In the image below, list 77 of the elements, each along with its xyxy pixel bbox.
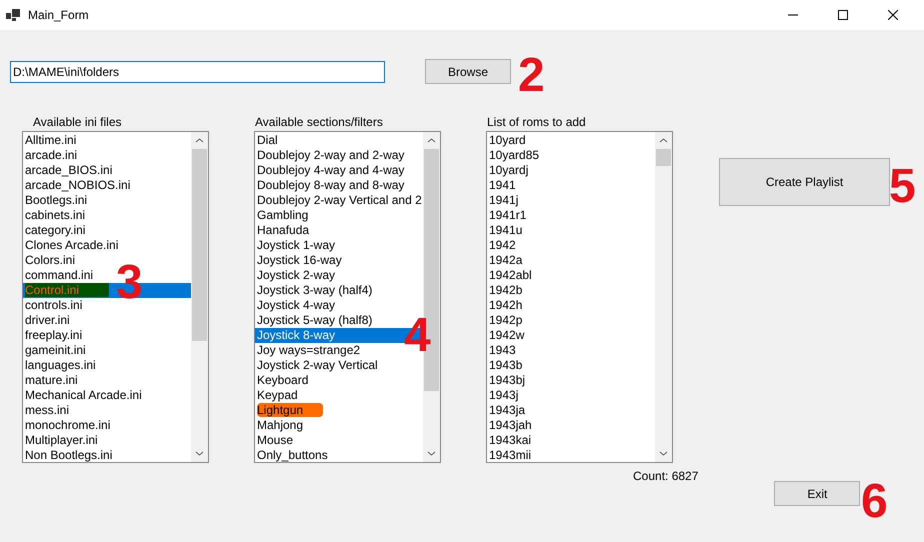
list-item[interactable]: 1941: [487, 178, 655, 193]
list-item[interactable]: 1942b: [487, 283, 655, 298]
list-item[interactable]: Multiplayer.ini: [23, 433, 191, 448]
list-item[interactable]: Doublejoy 2-way and 2-way: [255, 148, 423, 163]
list-item[interactable]: 1943bj: [487, 373, 655, 388]
list-item[interactable]: mess.ini: [23, 403, 191, 418]
list-item[interactable]: Lightgun: [255, 403, 423, 418]
list-item[interactable]: 1942abl: [487, 268, 655, 283]
annotation-number: 5: [889, 163, 916, 211]
list-item[interactable]: Mouse: [255, 433, 423, 448]
list-item[interactable]: Mahjong: [255, 418, 423, 433]
scrollbar[interactable]: [655, 132, 672, 462]
list-item[interactable]: gameinit.ini: [23, 343, 191, 358]
list-item[interactable]: Joystick 4-way: [255, 298, 423, 313]
list-item[interactable]: cabinets.ini: [23, 208, 191, 223]
maximize-icon[interactable]: [838, 10, 848, 20]
scrollbar[interactable]: [191, 132, 208, 462]
list-item[interactable]: 1943kai: [487, 433, 655, 448]
list-item[interactable]: 1942p: [487, 313, 655, 328]
app-icon: [6, 9, 20, 21]
list-item[interactable]: Joystick 2-way: [255, 268, 423, 283]
list-label: List of roms to add: [486, 114, 587, 131]
list-item[interactable]: Dial: [255, 133, 423, 148]
list-item[interactable]: Clones Arcade.ini: [23, 238, 191, 253]
list-item[interactable]: Only_buttons: [255, 448, 423, 462]
list-item[interactable]: 10yardj: [487, 163, 655, 178]
list-item[interactable]: monochrome.ini: [23, 418, 191, 433]
list-item[interactable]: 1941r1: [487, 208, 655, 223]
list-item[interactable]: category.ini: [23, 223, 191, 238]
list-item[interactable]: 10yard85: [487, 148, 655, 163]
list-item[interactable]: Doublejoy 8-way and 8-way: [255, 178, 423, 193]
list-item[interactable]: 1941j: [487, 193, 655, 208]
list-item[interactable]: 1942a: [487, 253, 655, 268]
list-item[interactable]: Alltime.ini: [23, 133, 191, 148]
list-item[interactable]: 1943j: [487, 388, 655, 403]
list-item[interactable]: freeplay.ini: [23, 328, 191, 343]
annotation-number: 6: [861, 478, 888, 526]
list-item[interactable]: arcade_BIOS.ini: [23, 163, 191, 178]
list-item[interactable]: arcade.ini: [23, 148, 191, 163]
list-label: Available sections/filters: [254, 114, 384, 131]
list-item[interactable]: Bootlegs.ini: [23, 193, 191, 208]
path-field[interactable]: D:\MAME\ini\folders: [10, 60, 385, 82]
browse-button[interactable]: Browse: [425, 59, 511, 84]
list-item[interactable]: 1942h: [487, 298, 655, 313]
create-playlist-button[interactable]: Create Playlist: [719, 158, 890, 206]
list-item[interactable]: 10yard: [487, 133, 655, 148]
list-item[interactable]: 1943ja: [487, 403, 655, 418]
list-item[interactable]: Doublejoy 4-way and 4-way: [255, 163, 423, 178]
list-item[interactable]: 1942: [487, 238, 655, 253]
list-item[interactable]: mature.ini: [23, 373, 191, 388]
list-item[interactable]: Joystick 3-way (half4): [255, 283, 423, 298]
window-title: Main_Form: [28, 7, 89, 24]
list-item[interactable]: 1942w: [487, 328, 655, 343]
list-item[interactable]: driver.ini: [23, 313, 191, 328]
list-item[interactable]: Non Bootlegs.ini: [23, 448, 191, 462]
list-item[interactable]: Joystick 2-way Vertical: [255, 358, 423, 373]
list-item[interactable]: 1943b: [487, 358, 655, 373]
list-item[interactable]: Keyboard: [255, 373, 423, 388]
list-item[interactable]: Mechanical Arcade.ini: [23, 388, 191, 403]
list-item[interactable]: 1941u: [487, 223, 655, 238]
list-item[interactable]: arcade_NOBIOS.ini: [23, 178, 191, 193]
list-item[interactable]: 1943jah: [487, 418, 655, 433]
list-item[interactable]: Joystick 16-way: [255, 253, 423, 268]
list-item[interactable]: 1943mii: [487, 448, 655, 462]
list-item[interactable]: Joystick 1-way: [255, 238, 423, 253]
list-item[interactable]: languages.ini: [23, 358, 191, 373]
close-icon[interactable]: [888, 10, 898, 20]
list-item[interactable]: Doublejoy 2-way Vertical and 2: [255, 193, 423, 208]
list-item[interactable]: controls.ini: [23, 298, 191, 313]
annotation-number: 2: [518, 52, 545, 100]
list-item[interactable]: 1943: [487, 343, 655, 358]
list-item[interactable]: Keypad: [255, 388, 423, 403]
list-label: Available ini files: [32, 114, 122, 131]
count-label: Count: 6827: [633, 468, 698, 485]
exit-button[interactable]: Exit: [774, 481, 860, 506]
list-item[interactable]: Hanafuda: [255, 223, 423, 238]
list-item[interactable]: Gambling: [255, 208, 423, 223]
